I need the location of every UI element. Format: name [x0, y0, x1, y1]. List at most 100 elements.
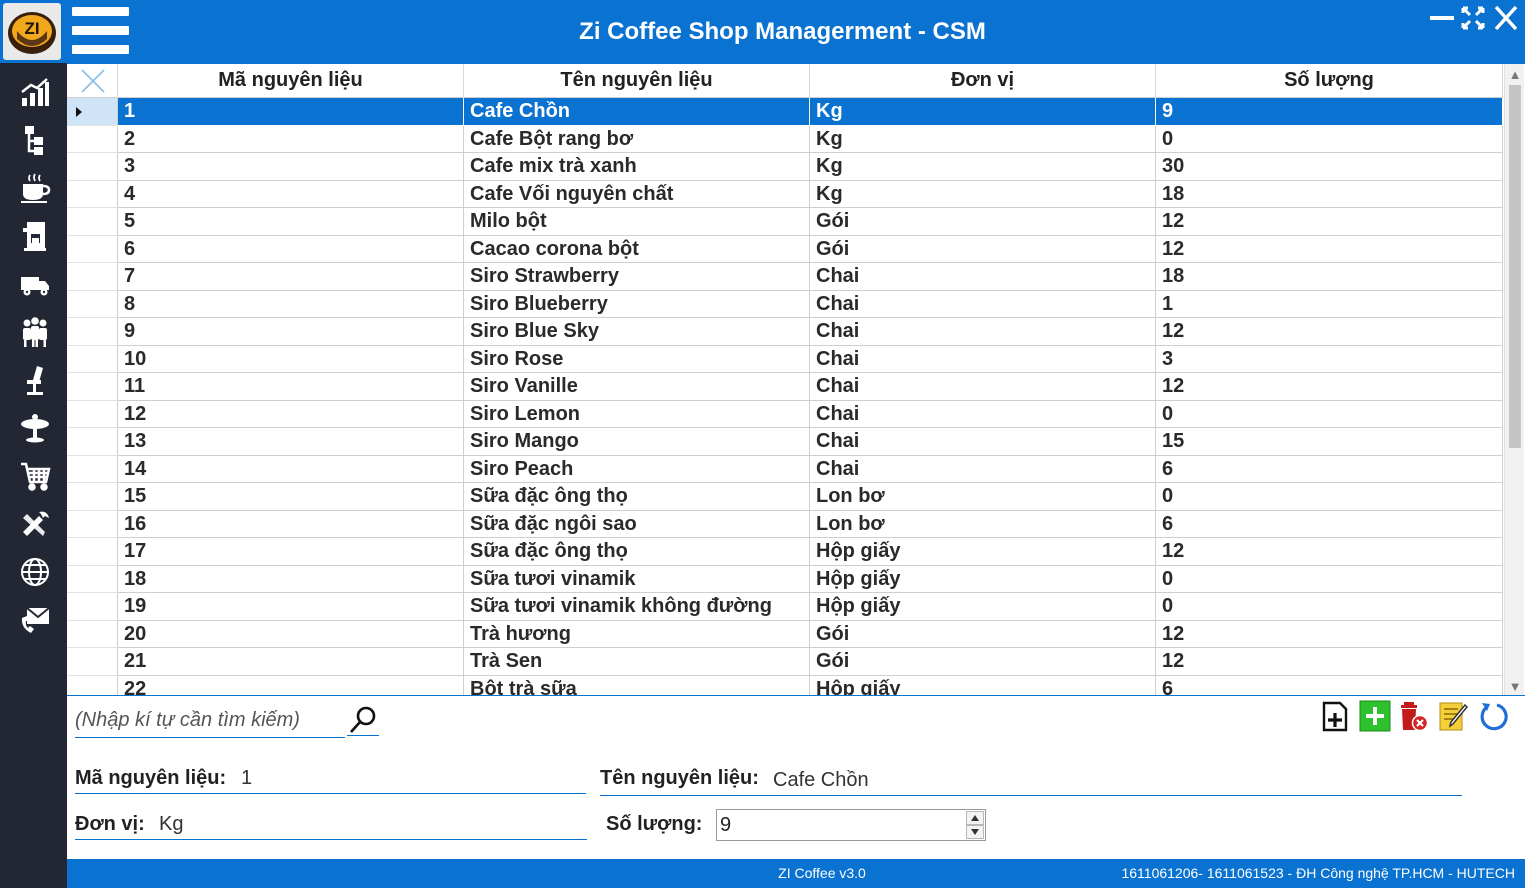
cell-quantity[interactable]: 12	[1156, 208, 1503, 236]
row-header[interactable]	[67, 153, 118, 181]
table-row[interactable]: 3 Cafe mix trà xanh Kg 30	[67, 153, 1503, 181]
table-row[interactable]: 7 Siro Strawberry Chai 18	[67, 263, 1503, 291]
cell-name[interactable]: Siro Blueberry	[464, 290, 810, 318]
table-row[interactable]: 18 Sữa tươi vinamik Hộp giấy 0	[67, 565, 1503, 593]
cell-id[interactable]: 9	[118, 318, 464, 346]
row-header[interactable]	[67, 180, 118, 208]
cell-name[interactable]: Cacao corona bột	[464, 235, 810, 263]
table-row[interactable]: 21 Trà Sen Gói 12	[67, 648, 1503, 676]
cell-unit[interactable]: Hộp giấy	[810, 538, 1156, 566]
cell-quantity[interactable]: 6	[1156, 455, 1503, 483]
table-row[interactable]: 8 Siro Blueberry Chai 1	[67, 290, 1503, 318]
table-row[interactable]: 10 Siro Rose Chai 3	[67, 345, 1503, 373]
cell-name[interactable]: Trà Sen	[464, 648, 810, 676]
row-header[interactable]	[67, 620, 118, 648]
vertical-scrollbar[interactable]: ▲ ▼	[1504, 64, 1525, 695]
table-row[interactable]: 11 Siro Vanille Chai 12	[67, 373, 1503, 401]
cell-name[interactable]: Siro Mango	[464, 428, 810, 456]
row-header[interactable]	[67, 538, 118, 566]
cell-id[interactable]: 1	[118, 98, 464, 126]
table-row[interactable]: 17 Sữa đặc ông thọ Hộp giấy 12	[67, 538, 1503, 566]
sidebar-item-seats[interactable]	[13, 361, 57, 399]
sidebar-item-sales[interactable]	[13, 457, 57, 495]
cell-id[interactable]: 17	[118, 538, 464, 566]
cell-quantity[interactable]: 9	[1156, 98, 1503, 126]
cell-quantity[interactable]: 0	[1156, 400, 1503, 428]
row-header[interactable]	[67, 98, 118, 126]
close-icon[interactable]	[1493, 4, 1519, 32]
table-row[interactable]: 22 Bột trà sữa Hộp giấy 6	[67, 675, 1503, 695]
cell-name[interactable]: Bột trà sữa	[464, 675, 810, 695]
cell-id[interactable]: 22	[118, 675, 464, 695]
clear-selection-icon[interactable]	[67, 64, 118, 98]
cell-quantity[interactable]: 12	[1156, 538, 1503, 566]
minimize-icon[interactable]	[1429, 4, 1455, 32]
cell-name[interactable]: Siro Peach	[464, 455, 810, 483]
column-header-name[interactable]: Tên nguyên liệu	[464, 64, 810, 98]
cell-quantity[interactable]: 12	[1156, 620, 1503, 648]
cell-id[interactable]: 11	[118, 373, 464, 401]
quantity-input[interactable]	[718, 811, 962, 839]
cell-quantity[interactable]: 12	[1156, 648, 1503, 676]
sidebar-item-statistics[interactable]	[13, 73, 57, 111]
cell-unit[interactable]: Kg	[810, 153, 1156, 181]
cell-unit[interactable]: Hộp giấy	[810, 675, 1156, 695]
cell-name[interactable]: Cafe mix trà xanh	[464, 153, 810, 181]
cell-id[interactable]: 20	[118, 620, 464, 648]
cell-id[interactable]: 14	[118, 455, 464, 483]
cell-unit[interactable]: Chai	[810, 455, 1156, 483]
cell-quantity[interactable]: 3	[1156, 345, 1503, 373]
table-row[interactable]: 19 Sữa tươi vinamik không đường Hộp giấy 0	[67, 593, 1503, 621]
row-header[interactable]	[67, 235, 118, 263]
add-document-icon[interactable]	[1320, 700, 1352, 732]
cell-id[interactable]: 6	[118, 235, 464, 263]
cell-id[interactable]: 4	[118, 180, 464, 208]
cell-name[interactable]: Cafe Chồn	[464, 98, 810, 126]
cell-id[interactable]: 19	[118, 593, 464, 621]
refresh-icon[interactable]	[1478, 700, 1510, 732]
row-header[interactable]	[67, 565, 118, 593]
cell-id[interactable]: 3	[118, 153, 464, 181]
cell-name[interactable]: Sữa tươi vinamik	[464, 565, 810, 593]
cell-name[interactable]: Milo bột	[464, 208, 810, 236]
sidebar-item-tables[interactable]	[13, 409, 57, 447]
row-header[interactable]	[67, 318, 118, 346]
table-row[interactable]: 20 Trà hương Gói 12	[67, 620, 1503, 648]
cell-quantity[interactable]: 0	[1156, 593, 1503, 621]
table-row[interactable]: 4 Cafe Vối nguyên chất Kg 18	[67, 180, 1503, 208]
row-header[interactable]	[67, 400, 118, 428]
sidebar-item-categories[interactable]	[13, 121, 57, 159]
quantity-stepper[interactable]	[716, 809, 986, 841]
table-row[interactable]: 12 Siro Lemon Chai 0	[67, 400, 1503, 428]
cell-id[interactable]: 12	[118, 400, 464, 428]
cell-unit[interactable]: Chai	[810, 400, 1156, 428]
quantity-increment-icon[interactable]	[966, 811, 984, 825]
scroll-up-icon[interactable]: ▲	[1505, 64, 1525, 84]
table-row[interactable]: 1 Cafe Chồn Kg 9	[67, 98, 1503, 126]
cell-name[interactable]: Siro Strawberry	[464, 263, 810, 291]
cell-name[interactable]: Cafe Vối nguyên chất	[464, 180, 810, 208]
cell-unit[interactable]: Gói	[810, 620, 1156, 648]
cell-name[interactable]: Siro Lemon	[464, 400, 810, 428]
cell-quantity[interactable]: 18	[1156, 180, 1503, 208]
scroll-down-icon[interactable]: ▼	[1505, 676, 1525, 695]
cell-quantity[interactable]: 12	[1156, 318, 1503, 346]
cell-unit[interactable]: Lon bơ	[810, 483, 1156, 511]
cell-unit[interactable]: Kg	[810, 125, 1156, 153]
cell-name[interactable]: Sữa tươi vinamik không đường	[464, 593, 810, 621]
table-row[interactable]: 9 Siro Blue Sky Chai 12	[67, 318, 1503, 346]
cell-quantity[interactable]: 6	[1156, 675, 1503, 695]
cell-quantity[interactable]: 0	[1156, 565, 1503, 593]
search-input[interactable]	[75, 704, 345, 738]
row-header[interactable]	[67, 455, 118, 483]
table-row[interactable]: 16 Sữa đặc ngôi sao Lon bơ 6	[67, 510, 1503, 538]
row-header[interactable]	[67, 263, 118, 291]
edit-icon[interactable]	[1438, 700, 1470, 732]
cell-name[interactable]: Trà hương	[464, 620, 810, 648]
cell-unit[interactable]: Chai	[810, 345, 1156, 373]
table-row[interactable]: 15 Sữa đặc ông thọ Lon bơ 0	[67, 483, 1503, 511]
row-header[interactable]	[67, 593, 118, 621]
sidebar-item-staff[interactable]	[13, 313, 57, 351]
column-header-unit[interactable]: Đơn vị	[810, 64, 1156, 98]
column-header-quantity[interactable]: Số lượng	[1156, 64, 1503, 98]
